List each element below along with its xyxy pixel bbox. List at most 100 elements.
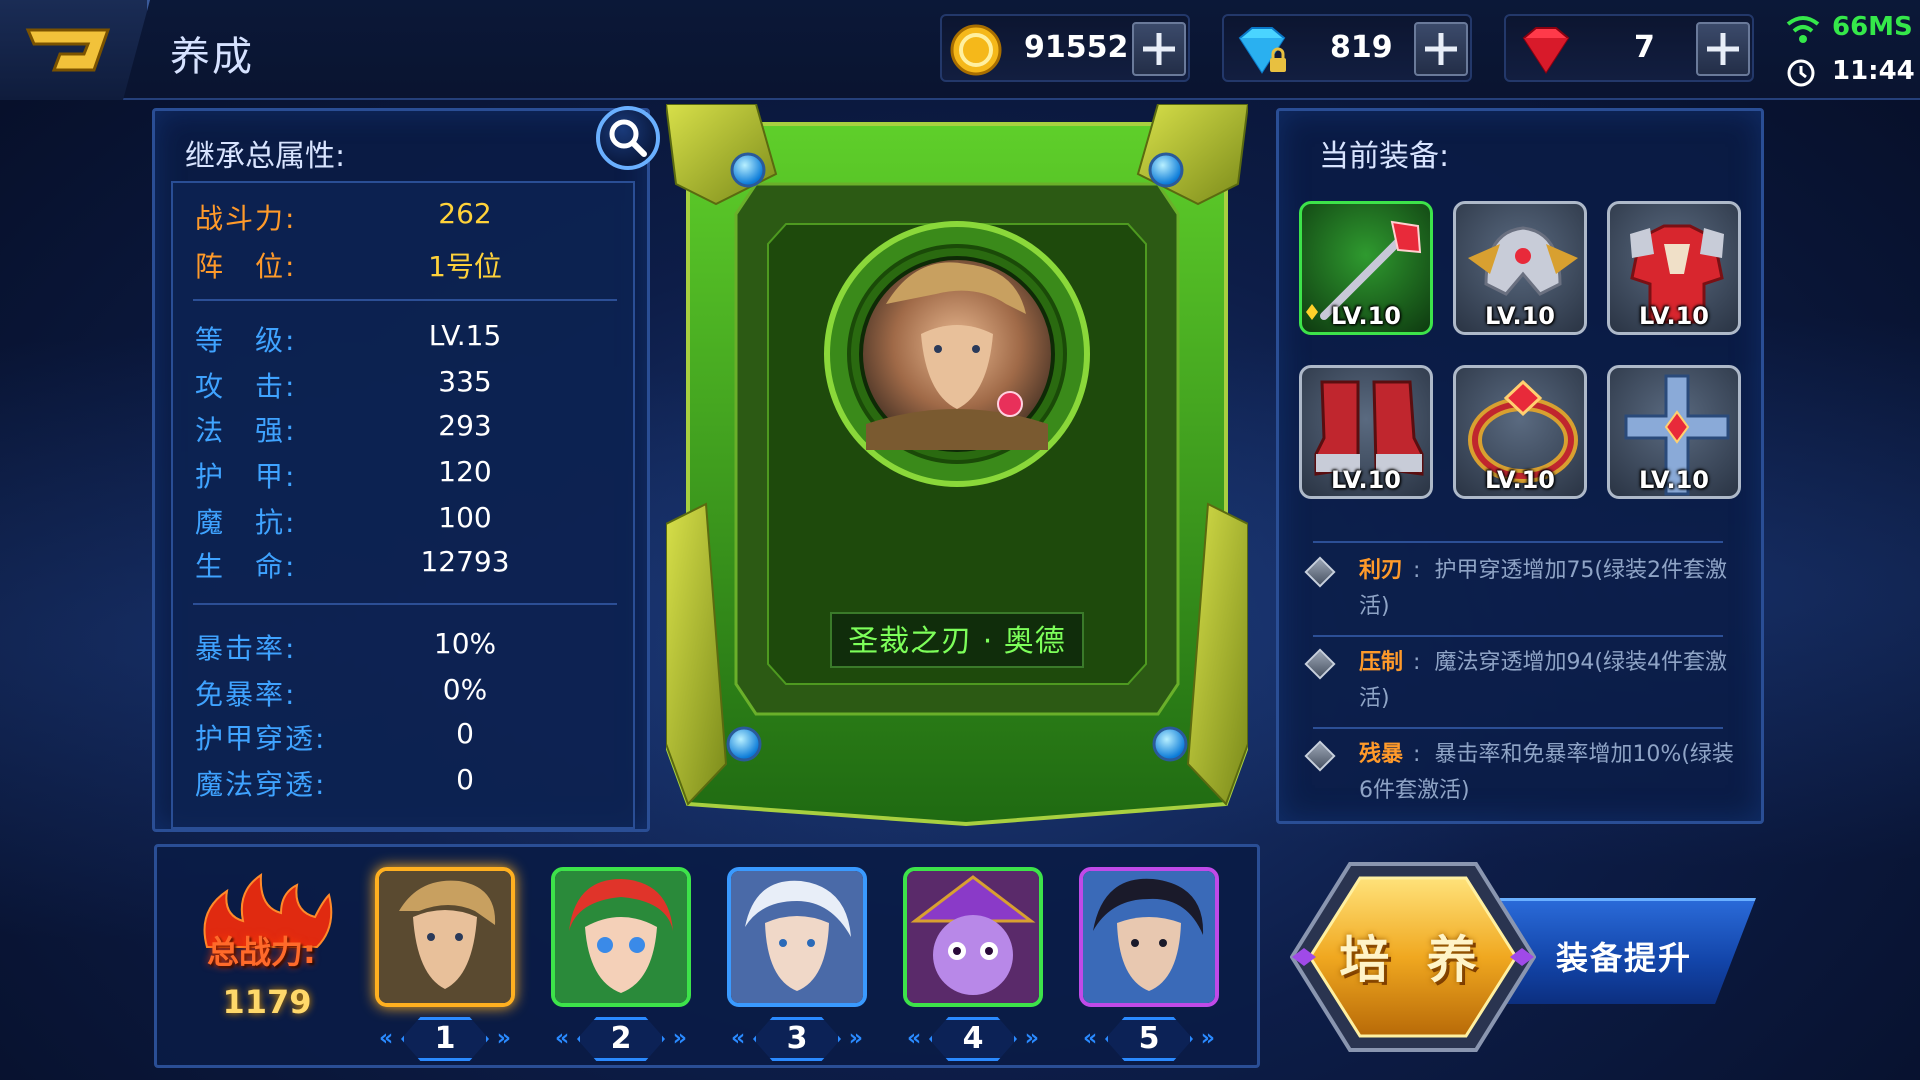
equipment-level: LV.10 (1485, 466, 1555, 494)
stat-label: 生 命: (195, 550, 297, 583)
diamond-counter: 819 (1222, 14, 1472, 82)
equipment-slot[interactable]: LV.10 (1453, 365, 1587, 499)
time-value: 11:44 (1832, 56, 1915, 86)
equipment-upgrade-button[interactable]: 装备提升 (1500, 898, 1756, 1004)
set-bonus-name: 利刃 (1359, 558, 1404, 583)
stat-label: 法 强: (195, 414, 297, 447)
stat-value: 0 (456, 717, 474, 750)
chevron-left-icon: « (731, 1026, 746, 1051)
back-arrow-icon (25, 28, 111, 72)
stat-label: 魔法穿透: (195, 768, 327, 801)
team-member-number[interactable]: « 2 » (551, 1017, 691, 1061)
chevron-left-icon: « (907, 1026, 922, 1051)
team-member-slot[interactable] (1079, 867, 1219, 1007)
stat-value: 293 (438, 409, 492, 442)
ping-value: 66MS (1832, 12, 1913, 42)
team-number-text: 4 (962, 1021, 984, 1056)
stat-row-magic-power: 法 强: 293 (173, 409, 637, 449)
stat-row-attack: 攻 击: 335 (173, 365, 637, 405)
add-gem-button[interactable] (1696, 22, 1750, 76)
set-bonus-separator: : (1413, 742, 1421, 767)
locked-diamond-icon (1238, 27, 1286, 74)
set-bonus-separator: : (1413, 558, 1421, 583)
add-gold-button[interactable] (1132, 22, 1186, 76)
stats-panel-title: 继承总属性: (185, 139, 346, 174)
equipment-slot[interactable]: LV.10 (1299, 201, 1433, 335)
set-bonus-item: 压制: 魔法穿透增加94(绿装4件套激活) (1299, 645, 1749, 721)
set-bonus-text: 压制: 魔法穿透增加94(绿装4件套激活) (1359, 645, 1739, 717)
equipment-level: LV.10 (1331, 466, 1401, 494)
team-member-slot[interactable] (375, 867, 515, 1007)
stats-list: 战斗力: 262 阵 位: 1号位 等 级: LV.15 攻 击: 335 法 … (171, 181, 635, 829)
stat-row-position: 阵 位: 1号位 (173, 245, 637, 285)
diamond-value: 819 (1330, 30, 1393, 65)
stat-label: 战斗力: (195, 202, 297, 235)
stat-value: 335 (438, 365, 492, 398)
divider (193, 603, 617, 605)
stat-row-armor-pen: 护甲穿透: 0 (173, 717, 637, 757)
stat-row-power: 战斗力: 262 (173, 197, 637, 237)
stat-value: 12793 (420, 545, 510, 578)
stat-label: 攻 击: (195, 370, 297, 403)
set-bonus-item: 利刃: 护甲穿透增加75(绿装2件套激活) (1299, 553, 1749, 629)
team-member-number[interactable]: « 4 » (903, 1017, 1043, 1061)
set-bonus-item: 残暴: 暴击率和免暴率增加10%(绿装6件套激活) (1299, 737, 1749, 813)
team-member-slot[interactable] (551, 867, 691, 1007)
equipment-slot[interactable]: LV.10 (1453, 201, 1587, 335)
divider (193, 299, 617, 301)
hero-portrait-icon (1083, 871, 1215, 1003)
gem-counter: 7 (1504, 14, 1754, 82)
stat-value: LV.15 (428, 319, 502, 352)
stat-value: 120 (438, 455, 492, 488)
equipment-panel: 当前装备: LV.10 LV.10 LV.10 LV.10 LV.10 LV.1… (1276, 108, 1764, 824)
stat-row-armor: 护 甲: 120 (173, 455, 637, 495)
hero-portrait-icon (379, 871, 511, 1003)
back-button[interactable] (0, 0, 150, 100)
gold-value: 91552 (1024, 30, 1129, 65)
team-member-number[interactable]: « 5 » (1079, 1017, 1219, 1061)
magnifier-icon (609, 119, 647, 157)
equipment-level: LV.10 (1639, 466, 1709, 494)
search-button[interactable] (596, 106, 660, 170)
clock-icon (1787, 59, 1815, 87)
set-bonus-name: 压制 (1359, 650, 1404, 675)
stat-row-level: 等 级: LV.15 (173, 319, 637, 359)
team-member-number[interactable]: « 3 » (727, 1017, 867, 1061)
stat-label: 魔 抗: (195, 506, 297, 539)
diamond-bullet-icon (1304, 648, 1336, 680)
equipment-panel-title: 当前装备: (1319, 139, 1450, 174)
hero-card-frame (663, 103, 1251, 827)
set-bonus-separator: : (1413, 650, 1421, 675)
hero-card[interactable]: 圣裁之刃 · 奥德 (663, 103, 1251, 830)
ruby-gem-icon (1522, 27, 1570, 74)
chevron-left-icon: « (1083, 1026, 1098, 1051)
team-member-slot[interactable] (903, 867, 1043, 1007)
equipment-level: LV.10 (1331, 302, 1401, 330)
chevron-right-icon: » (672, 1026, 687, 1051)
add-diamond-button[interactable] (1414, 22, 1468, 76)
stat-value: 10% (433, 627, 497, 660)
stat-value: 262 (438, 197, 492, 230)
page-title: 养成 (170, 34, 254, 80)
hero-portrait-icon (731, 871, 863, 1003)
equipment-level: LV.10 (1485, 302, 1555, 330)
team-member-slot[interactable] (727, 867, 867, 1007)
equipment-slot[interactable]: LV.10 (1299, 365, 1433, 499)
stat-row-magic-resist: 魔 抗: 100 (173, 501, 637, 541)
diamond-bullet-icon (1304, 740, 1336, 772)
stat-value: 1号位 (428, 250, 502, 283)
team-member-number[interactable]: « 1 » (375, 1017, 515, 1061)
total-power-value: 1179 (222, 983, 312, 1021)
train-button[interactable]: 培 养 (1289, 860, 1537, 1054)
status-area: 66MS 11:44 (1780, 10, 1920, 90)
team-number-text: 1 (434, 1021, 456, 1056)
top-bar: 养成 91552 819 7 66MS 11:44 (0, 0, 1920, 100)
stat-label: 阵 位: (195, 250, 297, 283)
hero-name: 圣裁之刃 · 奥德 (830, 612, 1084, 668)
equipment-grid: LV.10 LV.10 LV.10 LV.10 LV.10 LV.10 (1299, 201, 1749, 521)
equipment-slot[interactable]: LV.10 (1607, 201, 1741, 335)
stat-value: 100 (438, 501, 492, 534)
team-number-text: 5 (1138, 1021, 1160, 1056)
equipment-slot[interactable]: LV.10 (1607, 365, 1741, 499)
stat-label: 免暴率: (195, 678, 297, 711)
